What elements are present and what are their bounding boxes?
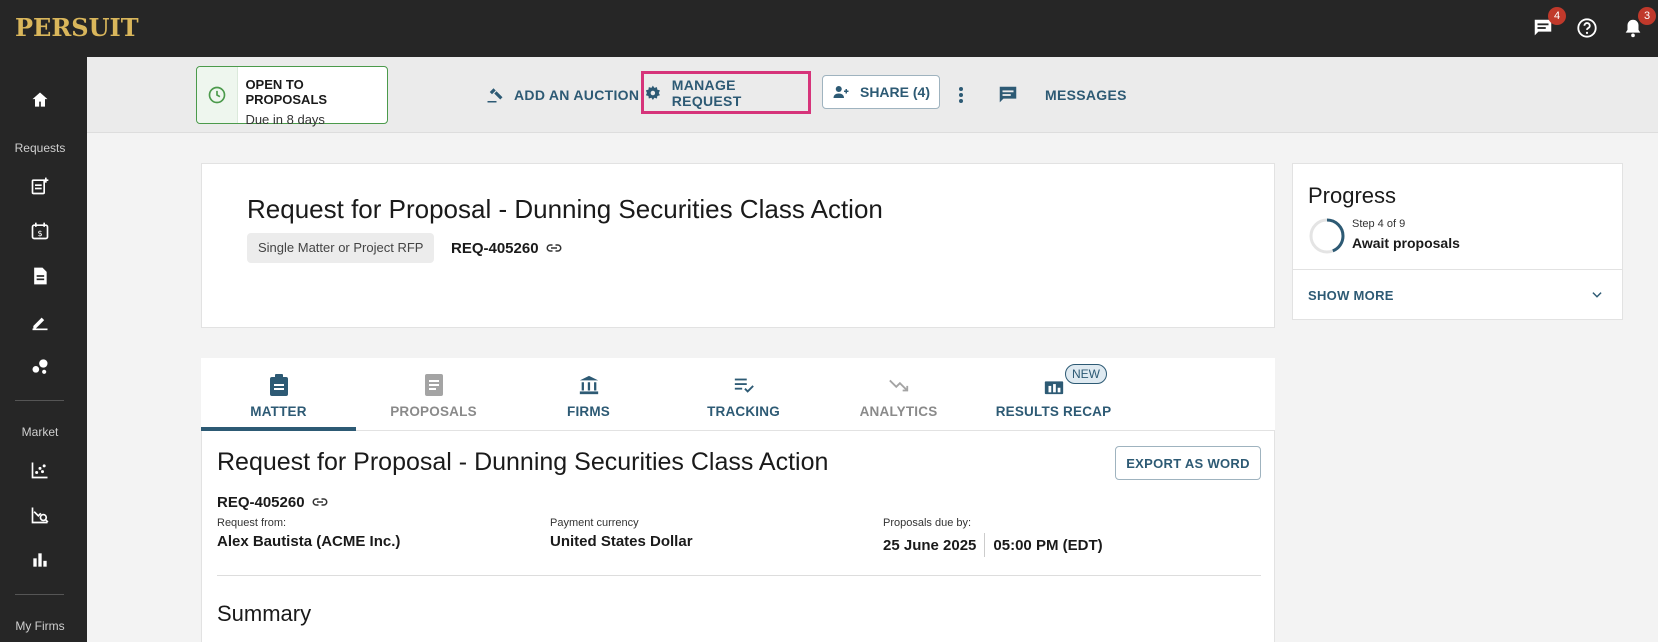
results-chart-icon [1043,372,1065,398]
matter-content: Request for Proposal - Dunning Securitie… [201,431,1275,642]
proposals-due-date: 25 June 2025 [883,536,977,554]
help-icon[interactable] [1574,15,1600,41]
export-as-word-button[interactable]: EXPORT AS WORD [1115,446,1261,480]
tab-label: PROPOSALS [390,404,477,419]
sidebar-section-my-firms: My Firms [15,619,65,633]
sidebar-section-market: Market [21,425,59,439]
billing-calendar-icon[interactable]: $ [27,218,53,244]
trending-down-icon [888,372,910,398]
tab-firms[interactable]: FIRMS [511,358,666,431]
payment-currency-label: Payment currency [550,517,639,529]
proposals-due-label: Proposals due by: [883,517,972,529]
bank-icon [578,372,600,398]
tab-label: ANALYTICS [859,404,938,419]
chevron-down-icon[interactable] [1590,288,1604,302]
proposals-due-time: 05:00 PM (EDT) [993,536,1103,554]
tab-label: RESULTS RECAP [995,404,1112,419]
market-search-icon[interactable] [27,502,53,528]
request-id-text: REQ-405260 [451,239,539,257]
new-badge: NEW [1065,364,1107,384]
bubbles-icon[interactable] [27,353,53,379]
new-request-icon[interactable] [27,173,53,199]
persuit-logo[interactable]: PERSUIT [15,13,139,42]
sidebar-section-requests: Requests [14,141,66,155]
request-type-tag: Single Matter or Project RFP [247,233,435,263]
request-tabs: MATTER PROPOSALS FIRMS TRACKING ANALYTIC… [201,358,1275,431]
scatter-chart-icon[interactable] [27,457,53,483]
person-add-icon [833,86,849,98]
show-more-link[interactable]: SHOW MORE [1308,288,1394,303]
progress-divider [1293,269,1622,270]
notifications-bell-icon[interactable]: 3 [1620,7,1656,41]
home-icon[interactable] [27,87,53,113]
request-header-card: Request for Proposal - Dunning Securitie… [201,163,1275,328]
bar-chart-icon[interactable] [27,547,53,573]
due-separator [984,533,986,557]
summary-heading: Summary [217,601,312,626]
tab-results-recap[interactable]: RESULTS RECAP NEW [976,358,1131,431]
progress-step-name: Await proposals [1352,235,1460,251]
tab-label: TRACKING [707,404,780,419]
content-divider [217,575,1261,576]
request-action-bar: OPEN TO PROPOSALS Due in 8 days ADD AN A… [87,57,1658,133]
tab-label: FIRMS [567,404,610,419]
progress-step: Step 4 of 9 [1352,218,1406,230]
tab-tracking[interactable]: TRACKING [666,358,821,431]
share-label: SHARE (4) [859,84,930,100]
svg-text:$: $ [37,228,42,238]
status-box: OPEN TO PROPOSALS Due in 8 days [196,66,388,127]
status-due: Due in 8 days [245,112,325,127]
payment-currency-value: United States Dollar [550,533,693,550]
checklist-icon [733,372,755,398]
messages-icon[interactable]: 4 [1530,7,1566,41]
link-icon[interactable] [311,493,329,511]
notifications-badge: 3 [1638,7,1656,25]
document-icon [424,372,444,398]
gear-icon [645,85,660,100]
link-icon[interactable] [545,239,563,257]
request-from-label: Request from: [217,517,287,529]
matter-title: Request for Proposal - Dunning Securitie… [217,448,829,476]
proposals-due-field: Proposals due by: 25 June 2025 05:00 PM … [883,517,1103,557]
sidebar: Requests $ Market My Firms [0,57,87,642]
manage-request-button[interactable]: MANAGE REQUEST [641,71,811,114]
add-auction-label: ADD AN AUCTION [514,87,640,103]
matter-request-id: REQ-405260 [217,493,329,511]
tab-proposals[interactable]: PROPOSALS [356,358,511,431]
messages-badge: 4 [1548,7,1566,25]
matter-request-id-text: REQ-405260 [217,493,305,511]
gavel-icon [487,88,503,103]
messages-label: MESSAGES [1045,87,1127,103]
payment-currency-field: Payment currency United States Dollar [550,517,693,550]
sidebar-divider [15,400,64,401]
request-from-value: Alex Bautista (ACME Inc.) [217,533,401,550]
top-bar: PERSUIT 4 3 [0,0,1658,57]
messages-button[interactable]: MESSAGES [997,83,1127,107]
request-from-field: Request from: Alex Bautista (ACME Inc.) [217,517,400,550]
share-button[interactable]: SHARE (4) [822,75,940,109]
chat-icon [999,86,1017,103]
page-title: Request for Proposal - Dunning Securitie… [247,194,883,224]
tab-matter[interactable]: MATTER [201,358,356,431]
manage-request-label: MANAGE REQUEST [671,76,742,109]
progress-ring [1309,218,1345,254]
add-auction-button[interactable]: ADD AN AUCTION [486,83,639,107]
progress-card: Progress Step 4 of 9 Await proposals SHO… [1292,163,1623,320]
status-title: OPEN TO PROPOSALS [245,77,328,107]
sidebar-divider [15,594,64,595]
more-options-icon[interactable] [958,83,978,107]
signature-icon[interactable] [27,308,53,334]
document-icon[interactable] [27,263,53,289]
clipboard-icon [269,372,289,398]
progress-title: Progress [1308,183,1397,208]
tab-label: MATTER [250,404,307,419]
request-id: REQ-405260 [451,239,563,257]
clock-icon [197,67,239,123]
tab-analytics[interactable]: ANALYTICS [821,358,976,431]
